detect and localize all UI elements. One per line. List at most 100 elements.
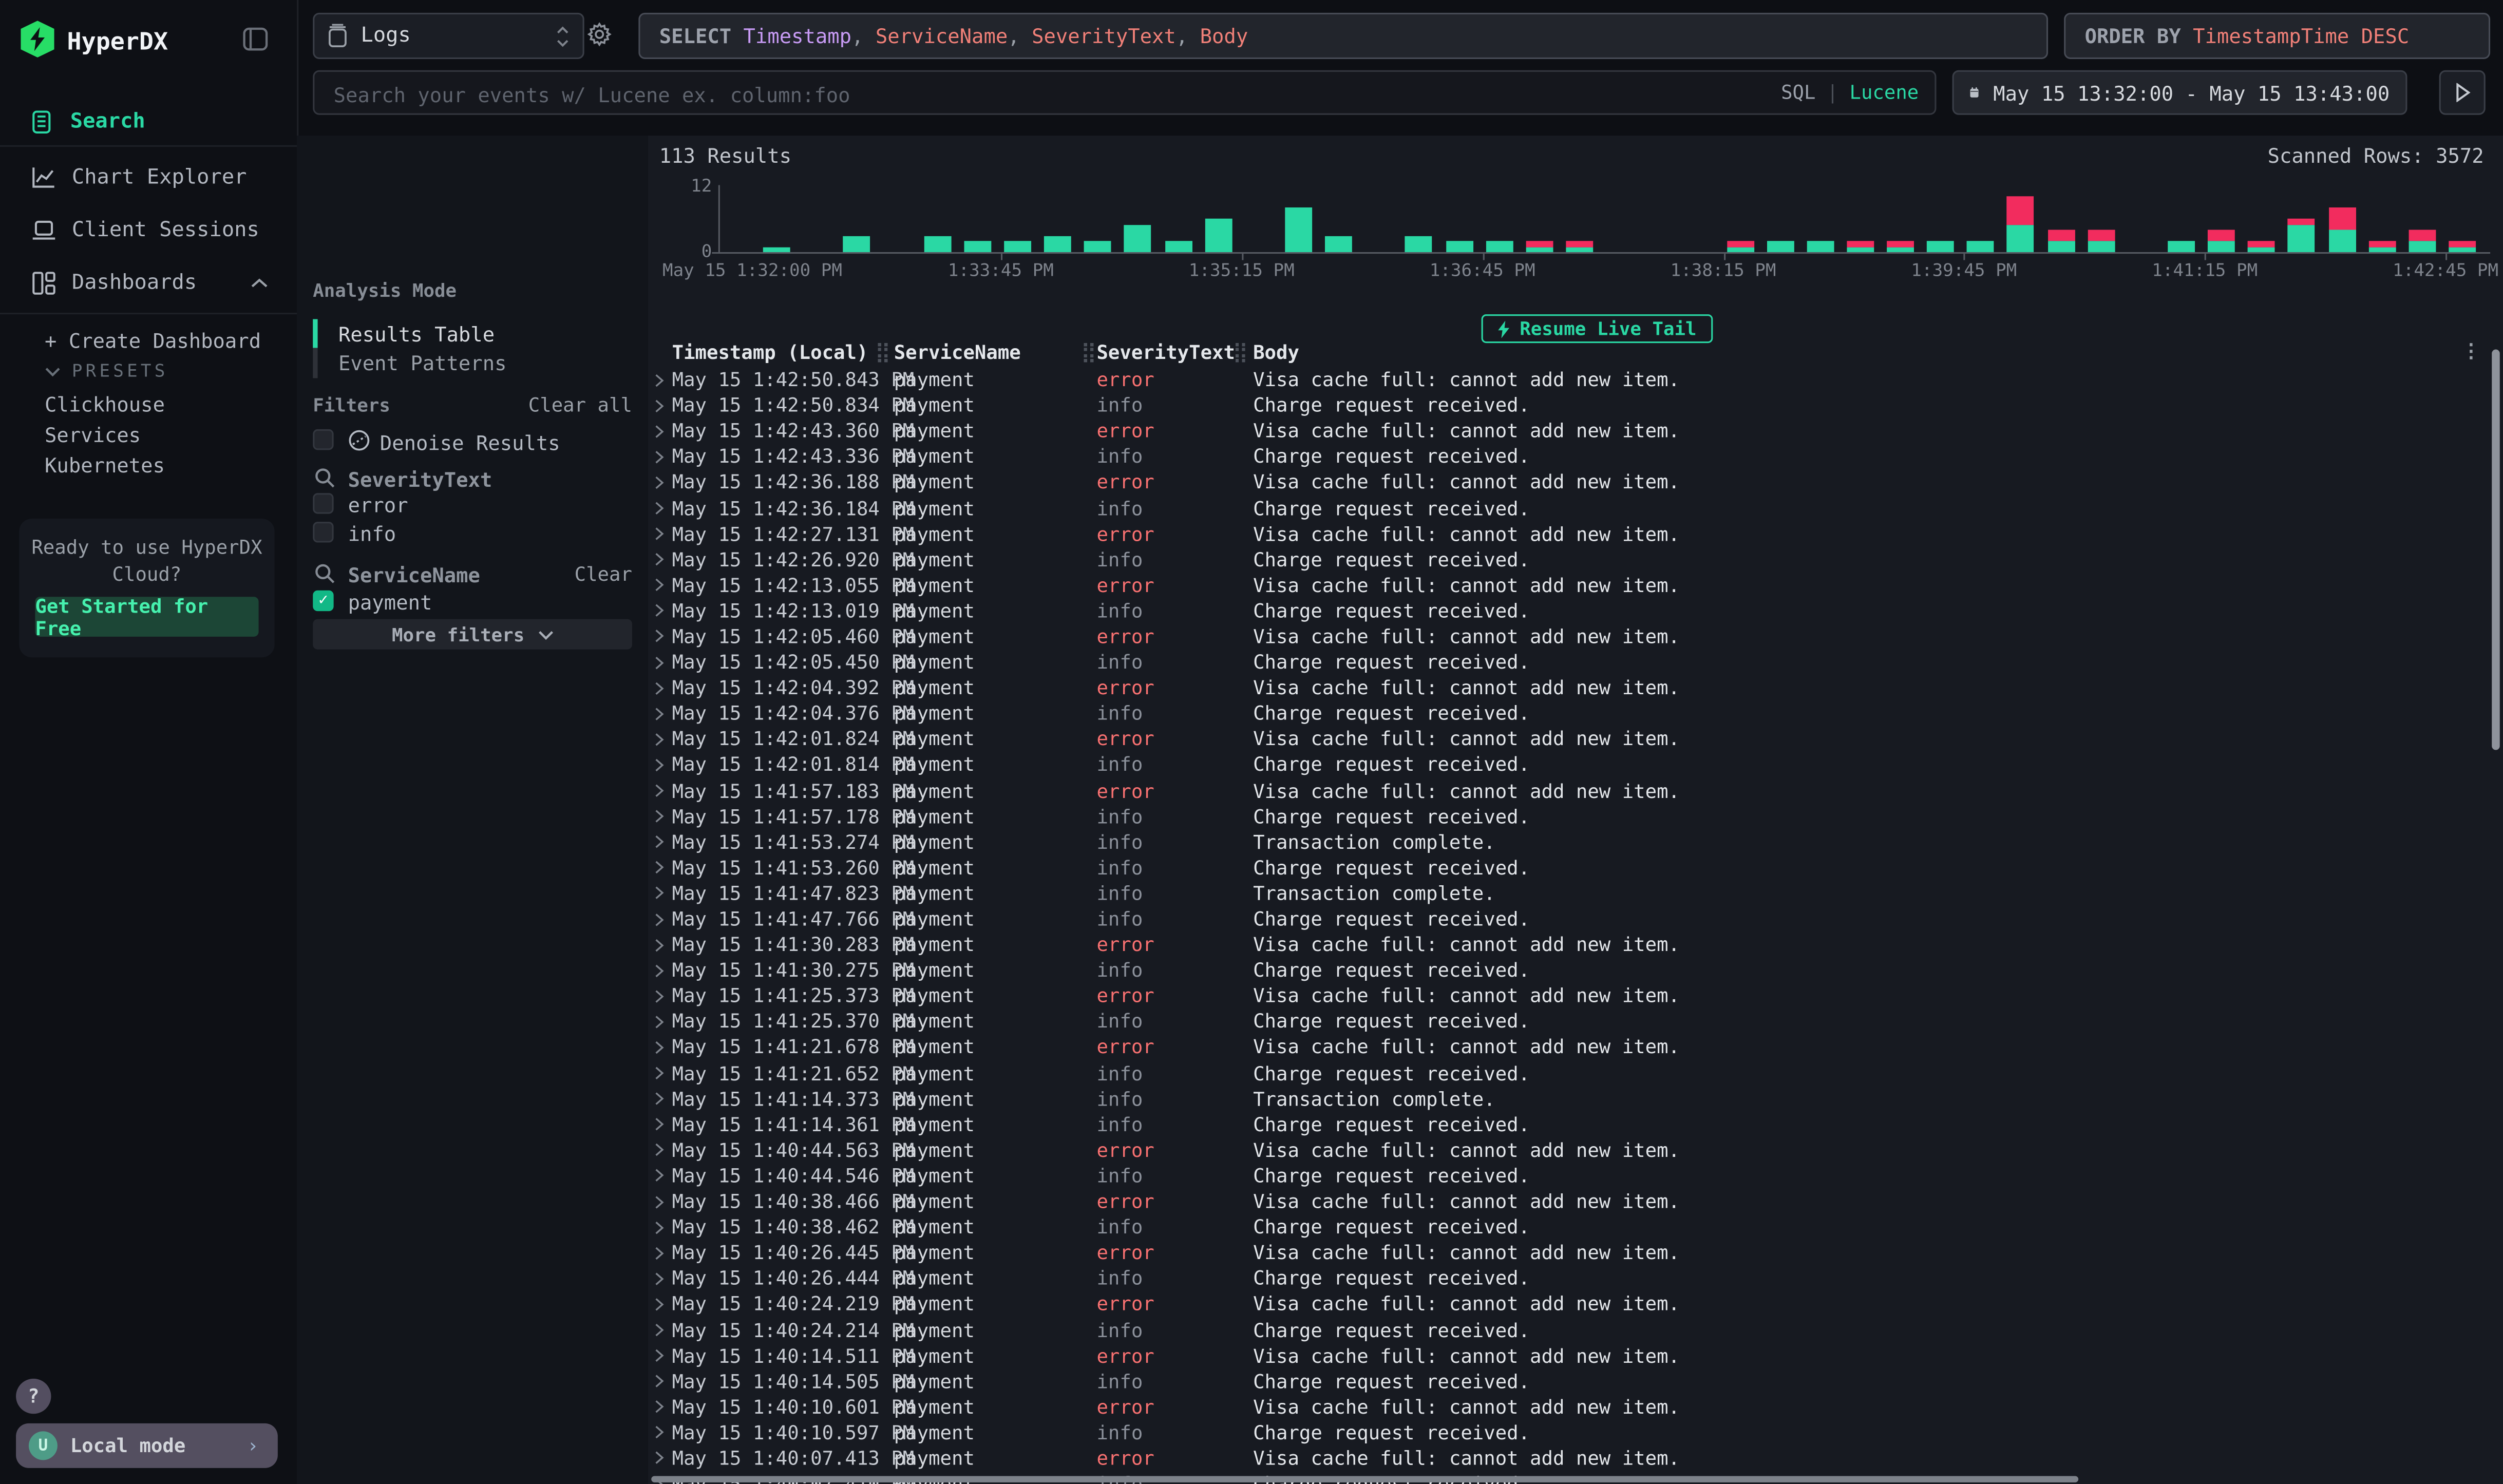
table-row[interactable]: May 15 1:41:25.370 PMpaymentinfoCharge r…	[648, 1009, 2503, 1035]
histogram-bar-info[interactable]	[1165, 241, 1192, 252]
table-row[interactable]: May 15 1:42:36.184 PMpaymentinfoCharge r…	[648, 496, 2503, 521]
denoise-checkbox[interactable]	[313, 429, 333, 450]
clear-all-link[interactable]: Clear all	[528, 394, 632, 417]
row-expand-chevron-icon[interactable]	[654, 527, 672, 541]
row-expand-chevron-icon[interactable]	[654, 1169, 672, 1183]
histogram-bar-error[interactable]	[2409, 230, 2436, 241]
histogram-bar-info[interactable]	[1044, 235, 1071, 252]
table-row[interactable]: May 15 1:41:30.283 PMpaymenterrorVisa ca…	[648, 932, 2503, 958]
histogram-bar-info[interactable]	[2168, 241, 2195, 252]
table-row[interactable]: May 15 1:41:14.373 PMpaymentinfoTransact…	[648, 1086, 2503, 1112]
table-row[interactable]: May 15 1:40:26.445 PMpaymenterrorVisa ca…	[648, 1240, 2503, 1266]
histogram-bar-error[interactable]	[2328, 207, 2356, 230]
table-row[interactable]: May 15 1:40:26.444 PMpaymentinfoCharge r…	[648, 1266, 2503, 1291]
vertical-scrollbar[interactable]	[2492, 350, 2500, 750]
histogram-bar-error[interactable]	[1727, 241, 1754, 246]
histogram-bar-error[interactable]	[2007, 196, 2035, 224]
histogram-bar-error[interactable]	[1847, 241, 1874, 246]
presets-toggle[interactable]: PRESETS	[45, 360, 168, 381]
table-row[interactable]: May 15 1:40:38.462 PMpaymentinfoCharge r…	[648, 1214, 2503, 1240]
histogram-bar-info[interactable]	[1566, 246, 1593, 252]
row-expand-chevron-icon[interactable]	[654, 655, 672, 670]
table-row[interactable]: May 15 1:40:24.219 PMpaymenterrorVisa ca…	[648, 1291, 2503, 1317]
histogram-bar-error[interactable]	[1887, 241, 1914, 246]
search-icon[interactable]	[314, 563, 335, 584]
histogram-bar-info[interactable]	[1205, 219, 1232, 252]
table-row[interactable]: May 15 1:41:47.823 PMpaymentinfoTransact…	[648, 881, 2503, 906]
table-row[interactable]: May 15 1:40:14.505 PMpaymentinfoCharge r…	[648, 1368, 2503, 1394]
run-query-button[interactable]	[2439, 70, 2486, 115]
table-row[interactable]: May 15 1:40:10.601 PMpaymenterrorVisa ca…	[648, 1394, 2503, 1420]
histogram-bar-info[interactable]	[1807, 241, 1834, 252]
histogram-bar-info[interactable]	[1767, 241, 1794, 252]
table-row[interactable]: May 15 1:42:50.834 PMpaymentinfoCharge r…	[648, 393, 2503, 418]
row-expand-chevron-icon[interactable]	[654, 1400, 672, 1414]
row-expand-chevron-icon[interactable]	[654, 1323, 672, 1337]
column-resize-handle[interactable]	[1236, 343, 1245, 362]
column-header-severitytext[interactable]: SeverityText	[1096, 341, 1235, 364]
histogram-bar-info[interactable]	[1446, 241, 1473, 252]
column-header-timestamp[interactable]: Timestamp (Local)	[672, 341, 868, 364]
row-expand-chevron-icon[interactable]	[654, 989, 672, 1003]
histogram-bar-info[interactable]	[964, 241, 991, 252]
histogram-bar-error[interactable]	[2208, 230, 2235, 241]
row-expand-chevron-icon[interactable]	[654, 475, 672, 490]
results-histogram[interactable]	[720, 185, 2489, 252]
histogram-bar-info[interactable]	[763, 246, 790, 252]
select-clause-input[interactable]: SELECT Timestamp, ServiceName, SeverityT…	[638, 13, 2048, 59]
sidebar-preset-clickhouse[interactable]: Clickhouse	[45, 392, 165, 416]
search-icon[interactable]	[314, 467, 335, 488]
histogram-bar-error[interactable]	[2248, 241, 2276, 246]
row-expand-chevron-icon[interactable]	[654, 424, 672, 439]
histogram-bar-info[interactable]	[1967, 241, 1995, 252]
help-button[interactable]: ?	[16, 1379, 51, 1414]
histogram-bar-info[interactable]	[2248, 246, 2276, 252]
histogram-bar-info[interactable]	[1084, 241, 1111, 252]
row-expand-chevron-icon[interactable]	[654, 938, 672, 952]
row-expand-chevron-icon[interactable]	[654, 1194, 672, 1209]
histogram-bar-info[interactable]	[1887, 246, 1914, 252]
table-row[interactable]: May 15 1:42:13.019 PMpaymentinfoCharge r…	[648, 598, 2503, 624]
histogram-bar-info[interactable]	[1285, 207, 1312, 252]
time-range-picker[interactable]: May 15 13:32:00 - May 15 13:43:00	[1952, 70, 2407, 115]
search-input[interactable]	[330, 72, 1645, 117]
histogram-bar-info[interactable]	[2328, 230, 2356, 252]
table-row[interactable]: May 15 1:41:21.652 PMpaymentinfoCharge r…	[648, 1060, 2503, 1086]
table-row[interactable]: May 15 1:40:38.466 PMpaymenterrorVisa ca…	[648, 1189, 2503, 1214]
row-expand-chevron-icon[interactable]	[654, 809, 672, 824]
table-row[interactable]: May 15 1:42:04.392 PMpaymenterrorVisa ca…	[648, 675, 2503, 701]
table-row[interactable]: May 15 1:40:44.563 PMpaymenterrorVisa ca…	[648, 1137, 2503, 1163]
query-language-toggle[interactable]: SQL | Lucene	[1781, 81, 1919, 104]
table-row[interactable]: May 15 1:40:10.597 PMpaymentinfoCharge r…	[648, 1420, 2503, 1445]
column-header-servicename[interactable]: ServiceName	[894, 341, 1021, 364]
row-expand-chevron-icon[interactable]	[654, 398, 672, 413]
row-expand-chevron-icon[interactable]	[654, 1374, 672, 1388]
table-row[interactable]: May 15 1:42:43.336 PMpaymentinfoCharge r…	[648, 444, 2503, 470]
histogram-bar-info[interactable]	[2449, 246, 2476, 252]
histogram-bar-info[interactable]	[1406, 235, 1433, 252]
table-row[interactable]: May 15 1:41:53.260 PMpaymentinfoCharge r…	[648, 855, 2503, 881]
table-row[interactable]: May 15 1:42:13.055 PMpaymenterrorVisa ca…	[648, 573, 2503, 598]
table-row[interactable]: May 15 1:41:57.178 PMpaymentinfoCharge r…	[648, 804, 2503, 829]
table-row[interactable]: May 15 1:41:47.766 PMpaymentinfoCharge r…	[648, 906, 2503, 932]
filter-option-error[interactable]: error	[348, 493, 408, 517]
table-row[interactable]: May 15 1:40:14.511 PMpaymenterrorVisa ca…	[648, 1343, 2503, 1368]
horizontal-scrollbar[interactable]	[651, 1476, 2078, 1482]
row-expand-chevron-icon[interactable]	[654, 1348, 672, 1363]
table-row[interactable]: May 15 1:42:05.450 PMpaymentinfoCharge r…	[648, 650, 2503, 675]
histogram-bar-error[interactable]	[1566, 241, 1593, 246]
row-expand-chevron-icon[interactable]	[654, 373, 672, 387]
row-expand-chevron-icon[interactable]	[654, 1092, 672, 1106]
row-expand-chevron-icon[interactable]	[654, 1297, 672, 1311]
row-expand-chevron-icon[interactable]	[654, 886, 672, 901]
table-row[interactable]: May 15 1:42:01.824 PMpaymenterrorVisa ca…	[648, 727, 2503, 752]
histogram-bar-error[interactable]	[2088, 230, 2115, 241]
resume-live-tail-button[interactable]: Resume Live Tail	[1482, 314, 1713, 343]
row-expand-chevron-icon[interactable]	[654, 707, 672, 721]
filter-checkbox-info[interactable]	[313, 522, 333, 542]
histogram-bar-info[interactable]	[2368, 246, 2396, 252]
filter-checkbox-error[interactable]	[313, 493, 333, 513]
row-expand-chevron-icon[interactable]	[654, 630, 672, 644]
row-expand-chevron-icon[interactable]	[654, 1117, 672, 1132]
row-expand-chevron-icon[interactable]	[654, 784, 672, 798]
